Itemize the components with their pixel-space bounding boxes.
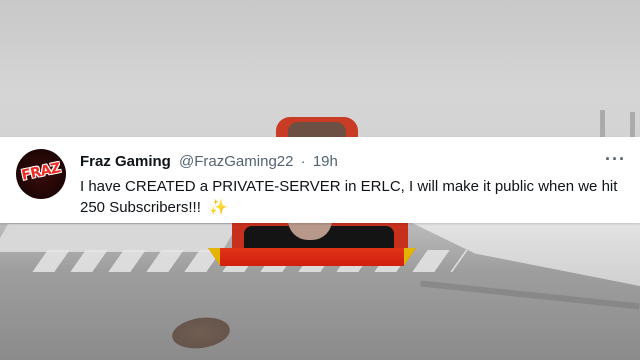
avatar[interactable]: FRAZ: [16, 149, 66, 199]
separator-dot: ·: [300, 153, 306, 170]
light-pole: [600, 110, 605, 140]
tweet-card[interactable]: FRAZ Fraz Gaming @FrazGaming22 · 19h ···…: [0, 137, 640, 223]
tweet-header: Fraz Gaming @FrazGaming22 · 19h: [80, 153, 338, 171]
timestamp[interactable]: 19h: [313, 153, 338, 170]
display-name[interactable]: Fraz Gaming: [80, 153, 171, 170]
sidewalk: [0, 224, 239, 252]
tweet-body: I have CREATED a PRIVATE-SERVER in ERLC,…: [80, 178, 618, 216]
webcam-frame-trim: [208, 248, 416, 266]
sparkles-icon: ✨: [209, 199, 228, 216]
avatar-logo-text: FRAZ: [20, 160, 62, 184]
more-options-icon[interactable]: ···: [605, 149, 626, 170]
tweet-text: I have CREATED a PRIVATE-SERVER in ERLC,…: [80, 176, 625, 218]
user-handle[interactable]: @FrazGaming22: [179, 153, 293, 170]
